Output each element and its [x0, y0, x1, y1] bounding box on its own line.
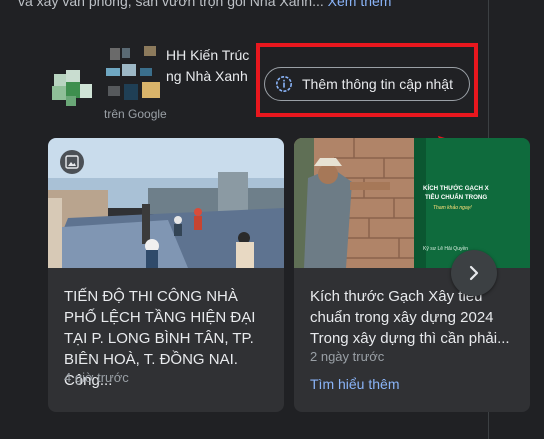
thumb2-overlay-heading-2: TIÊU CHUẨN TRONG: [425, 193, 487, 201]
see-more-link[interactable]: Xem thêm: [328, 0, 392, 9]
carousel-next-button[interactable]: [451, 250, 497, 296]
thumb2-overlay-heading: KÍCH THƯỚC GẠCH X: [423, 184, 490, 192]
add-update-button[interactable]: Thêm thông tin cập nhật: [264, 67, 470, 101]
description-text: và xây văn phòng, sân vườn trọn gói Nhà …: [18, 0, 324, 9]
post-time-1: 4 giờ trước: [64, 370, 129, 385]
business-logo: [52, 70, 96, 106]
business-avatar: [104, 44, 164, 104]
photo-icon: [65, 155, 79, 169]
business-name-line1: HH Kiến Trúc: [166, 47, 250, 63]
post-time-2: 2 ngày trước: [310, 349, 385, 364]
thumb2-overlay-author: Kỹ sư Lê Hải Quyền: [423, 246, 468, 252]
description-snippet: và xây văn phòng, sân vườn trọn gói Nhà …: [18, 0, 488, 9]
business-name-line2: ng Nhà Xanh: [166, 68, 248, 84]
info-icon: [276, 76, 292, 92]
post-thumbnail-2: KÍCH THƯỚC GẠCH X TIÊU CHUẨN TRONG Tham …: [294, 138, 530, 268]
post-title-2: Kích thước Gạch Xây tiêu chuẩn trong xây…: [310, 288, 510, 347]
chevron-right-icon: [469, 265, 479, 281]
business-name[interactable]: HH Kiến Trúc ng Nhà Xanh: [166, 45, 249, 87]
learn-more-link[interactable]: Tìm hiểu thêm: [310, 376, 399, 392]
photo-badge: [60, 150, 84, 174]
business-source: trên Google: [104, 107, 167, 121]
post-card-1[interactable]: TIẾN ĐỘ THI CÔNG NHÀ PHỐ LỆCH TẦNG HIỆN …: [48, 138, 284, 412]
thumb2-overlay-sub: Tham khảo ngay!: [433, 204, 472, 211]
add-update-label: Thêm thông tin cập nhật: [302, 76, 453, 92]
